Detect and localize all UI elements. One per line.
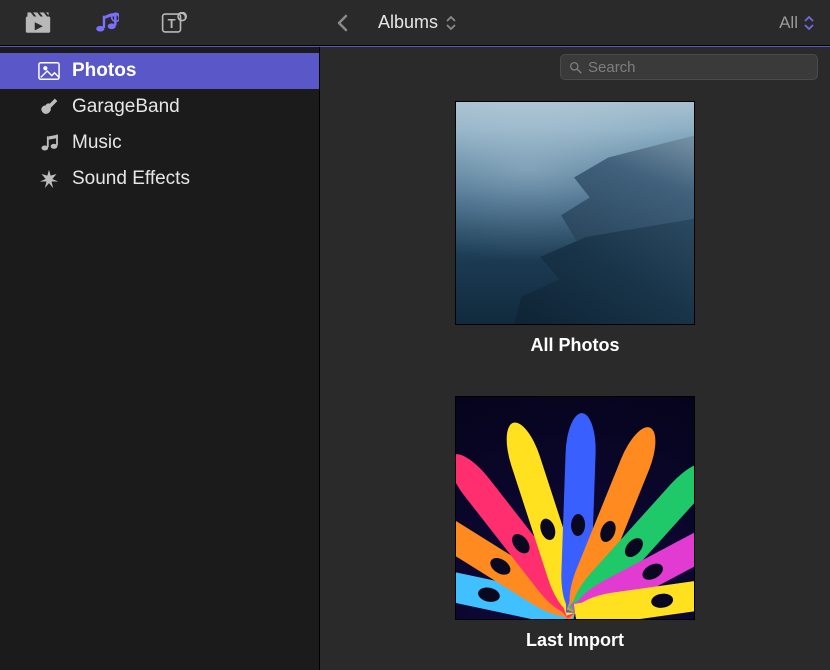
album-thumbnail <box>455 396 695 620</box>
album-label: Last Import <box>526 630 624 651</box>
chevron-up-down-icon <box>804 15 814 31</box>
content-toolbar: Albums All <box>320 0 830 45</box>
search-input[interactable] <box>588 59 809 76</box>
album-last-import[interactable]: Last Import <box>455 396 695 651</box>
back-button[interactable] <box>328 14 356 32</box>
sidebar-item-label: Music <box>72 132 122 154</box>
sidebar-item-sound-effects[interactable]: Sound Effects <box>0 161 319 197</box>
chevron-up-down-icon <box>446 15 456 31</box>
music-note-icon <box>38 133 60 153</box>
albums-picker[interactable]: Albums <box>378 12 456 33</box>
albums-grid: All Photos Last Import <box>320 87 830 670</box>
album-all-photos[interactable]: All Photos <box>455 101 695 356</box>
album-thumbnail <box>455 101 695 325</box>
source-sidebar: Photos GarageBand Music Sound Effects <box>0 47 320 670</box>
sidebar-item-label: GarageBand <box>72 96 180 118</box>
search-icon <box>569 61 582 74</box>
search-box[interactable] <box>560 54 818 80</box>
albums-picker-label: Albums <box>378 12 438 33</box>
svg-text:T: T <box>168 15 176 30</box>
sidebar-item-label: Sound Effects <box>72 168 190 190</box>
sidebar-item-garageband[interactable]: GarageBand <box>0 89 319 125</box>
titles-library-tab[interactable]: T <box>154 4 194 42</box>
audio-photo-library-tab[interactable] <box>86 4 126 42</box>
burst-icon <box>38 169 60 189</box>
search-row <box>320 47 830 87</box>
sidebar-item-photos[interactable]: Photos <box>0 53 319 89</box>
sidebar-item-label: Photos <box>72 60 136 82</box>
sidebar-item-music[interactable]: Music <box>0 125 319 161</box>
filter-label: All <box>779 13 798 33</box>
main-area: Photos GarageBand Music Sound Effects <box>0 47 830 670</box>
content-pane: All Photos Last Import <box>320 47 830 670</box>
filter-picker[interactable]: All <box>779 13 814 33</box>
album-label: All Photos <box>531 335 620 356</box>
video-library-tab[interactable] <box>18 4 58 42</box>
photos-icon <box>38 61 60 81</box>
library-tabs: T <box>0 0 320 45</box>
guitar-icon <box>38 97 60 117</box>
top-toolbar: T Albums All <box>0 0 830 46</box>
